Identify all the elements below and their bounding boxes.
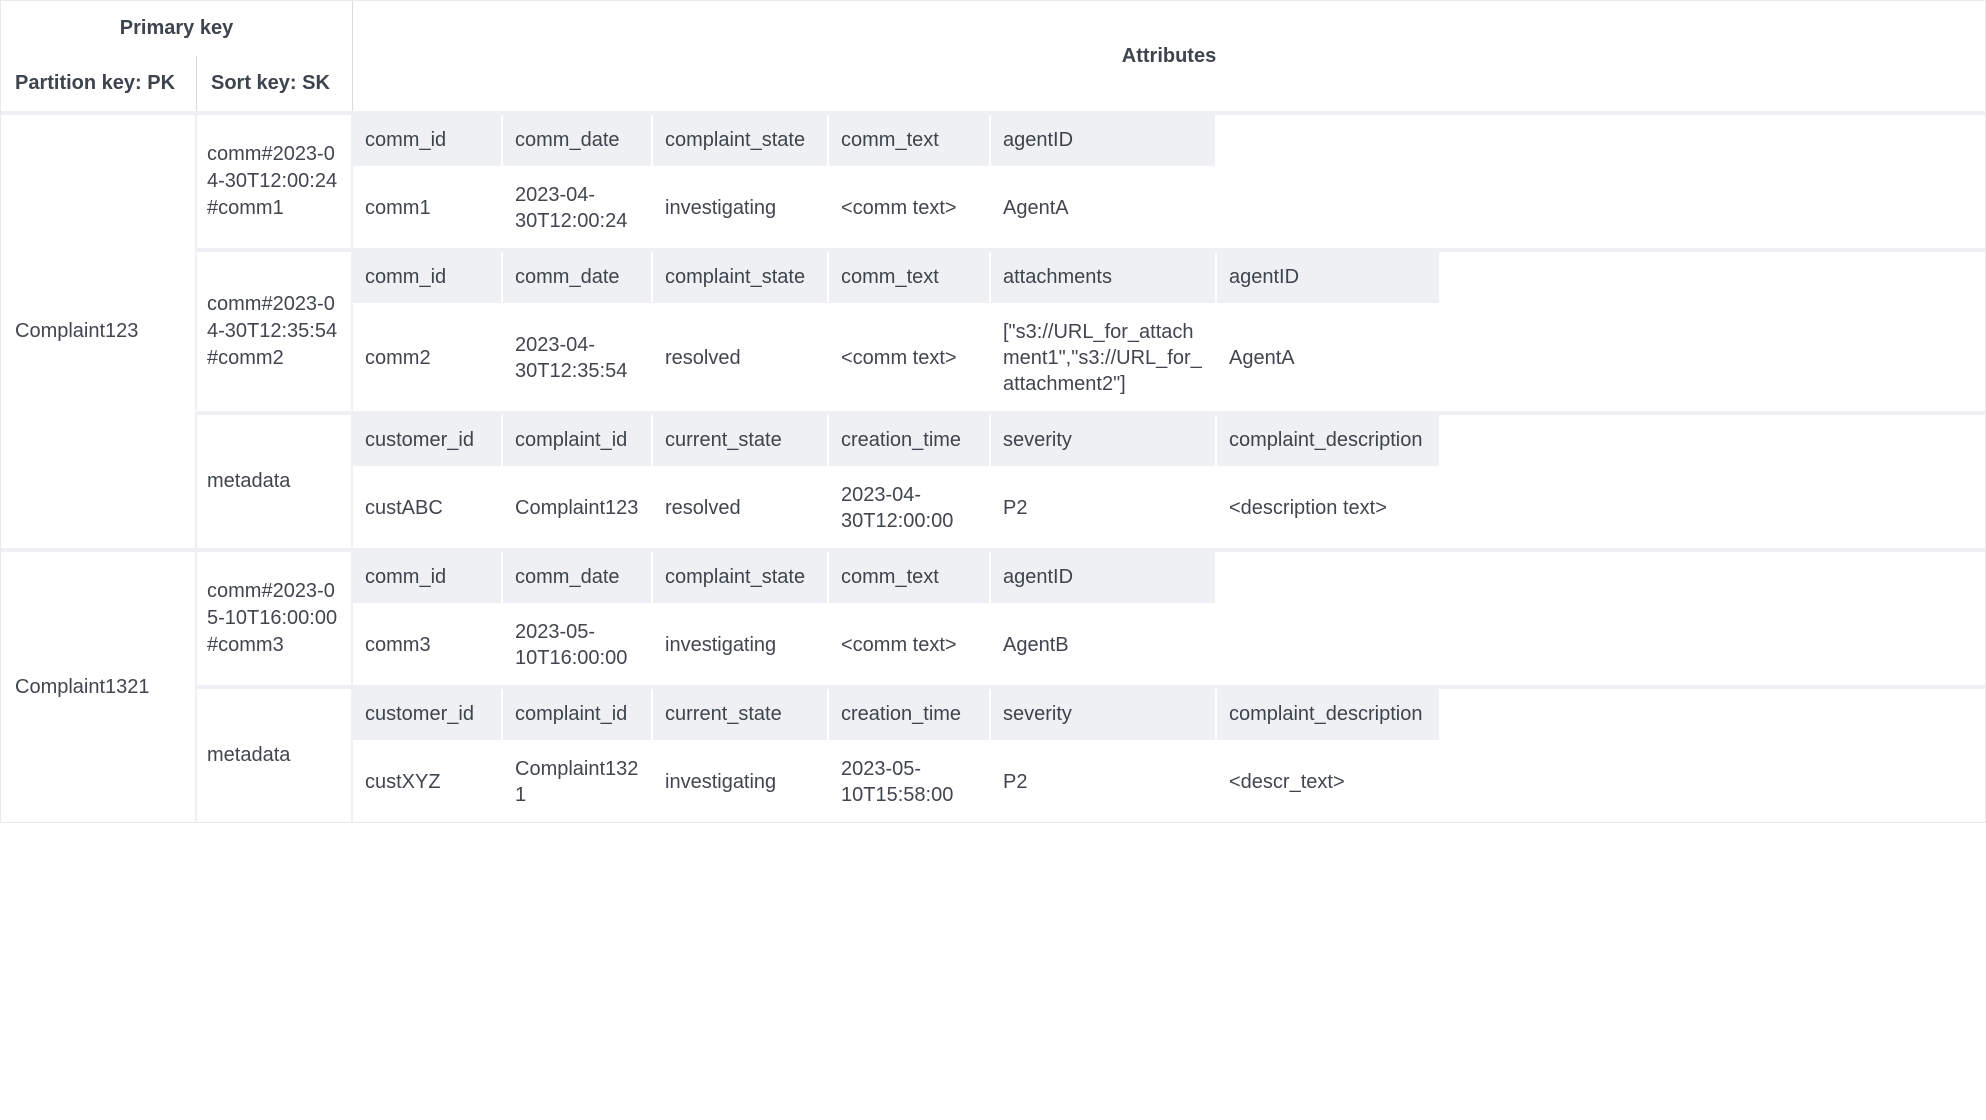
attr-value: Complaint1321	[503, 742, 651, 822]
sort-key-cell: comm#2023-05-10T16:00:00#comm3	[197, 552, 353, 685]
partition-block: Complaint123comm#2023-04-30T12:00:24#com…	[1, 111, 1985, 548]
header-primary-key: Primary key	[1, 1, 353, 56]
attr-header: comm_text	[829, 552, 989, 603]
attr-header: comm_id	[353, 552, 501, 603]
attr-header: agentID	[991, 115, 1215, 166]
table-body: Complaint123comm#2023-04-30T12:00:24#com…	[1, 111, 1985, 822]
attr-header: customer_id	[353, 415, 501, 466]
attr-value: custXYZ	[353, 742, 501, 822]
attr-header	[1217, 115, 1439, 166]
attr-value: investigating	[653, 168, 827, 248]
item-row: comm#2023-04-30T12:00:24#comm1comm_idcom…	[197, 115, 1985, 248]
attr-value: AgentA	[1217, 305, 1439, 411]
partition-block: Complaint1321comm#2023-05-10T16:00:00#co…	[1, 548, 1985, 822]
attr-header: comm_date	[503, 252, 651, 303]
attr-header: complaint_id	[503, 415, 651, 466]
attr-value: Complaint123	[503, 468, 651, 548]
attr-header: complaint_description	[1217, 689, 1439, 740]
attrs-grid: customer_idcomplaint_idcurrent_statecrea…	[353, 415, 1985, 548]
attr-header: comm_date	[503, 115, 651, 166]
attr-value: comm1	[353, 168, 501, 248]
attr-header: comm_text	[829, 252, 989, 303]
attr-header: current_state	[653, 415, 827, 466]
header-partition-key: Partition key: PK	[1, 56, 197, 111]
attr-value: P2	[991, 742, 1215, 822]
attr-value: resolved	[653, 305, 827, 411]
attr-value: <comm text>	[829, 305, 989, 411]
attr-value	[1217, 605, 1439, 685]
attr-header: severity	[991, 689, 1215, 740]
attr-value: investigating	[653, 742, 827, 822]
attrs-grid: comm_idcomm_datecomplaint_statecomm_text…	[353, 115, 1985, 248]
attr-value: resolved	[653, 468, 827, 548]
attr-header: complaint_state	[653, 115, 827, 166]
attr-value: AgentA	[991, 168, 1215, 248]
attr-value: 2023-05-10T16:00:00	[503, 605, 651, 685]
attr-header: complaint_state	[653, 552, 827, 603]
sort-key-cell: metadata	[197, 415, 353, 548]
header-group: Primary key Partition key: PK Sort key: …	[1, 1, 1985, 111]
attr-header: comm_text	[829, 115, 989, 166]
attr-header: complaint_state	[653, 252, 827, 303]
items-column: comm#2023-04-30T12:00:24#comm1comm_idcom…	[197, 115, 1985, 548]
partition-key-cell: Complaint123	[1, 115, 197, 548]
attr-value: 2023-04-30T12:00:00	[829, 468, 989, 548]
attr-value: <description text>	[1217, 468, 1439, 548]
header-attributes: Attributes	[353, 1, 1985, 111]
sort-key-cell: comm#2023-04-30T12:35:54#comm2	[197, 252, 353, 411]
attrs-grid: comm_idcomm_datecomplaint_statecomm_text…	[353, 552, 1985, 685]
attr-header: severity	[991, 415, 1215, 466]
attr-header: agentID	[1217, 252, 1439, 303]
header-sort-key: Sort key: SK	[197, 56, 353, 111]
item-row: metadatacustomer_idcomplaint_idcurrent_s…	[197, 685, 1985, 822]
attrs-grid: customer_idcomplaint_idcurrent_statecrea…	[353, 689, 1985, 822]
partition-key-cell: Complaint1321	[1, 552, 197, 822]
attr-header: attachments	[991, 252, 1215, 303]
attr-value: AgentB	[991, 605, 1215, 685]
attr-header: current_state	[653, 689, 827, 740]
attr-value: 2023-05-10T15:58:00	[829, 742, 989, 822]
attr-value: <descr_text>	[1217, 742, 1439, 822]
attr-value: comm3	[353, 605, 501, 685]
attr-header: complaint_description	[1217, 415, 1439, 466]
attr-value: 2023-04-30T12:35:54	[503, 305, 651, 411]
attr-value: P2	[991, 468, 1215, 548]
attr-header: creation_time	[829, 689, 989, 740]
attr-value: comm2	[353, 305, 501, 411]
sort-key-cell: metadata	[197, 689, 353, 822]
attr-header: customer_id	[353, 689, 501, 740]
attr-header: complaint_id	[503, 689, 651, 740]
attr-value	[1217, 168, 1439, 248]
attr-value: ["s3://URL_for_attachment1","s3://URL_fo…	[991, 305, 1215, 411]
attr-value: <comm text>	[829, 605, 989, 685]
attr-header: creation_time	[829, 415, 989, 466]
attr-value: custABC	[353, 468, 501, 548]
item-row: comm#2023-04-30T12:35:54#comm2comm_idcom…	[197, 248, 1985, 411]
attr-header	[1217, 552, 1439, 603]
attr-header: comm_id	[353, 252, 501, 303]
item-row: metadatacustomer_idcomplaint_idcurrent_s…	[197, 411, 1985, 548]
attrs-grid: comm_idcomm_datecomplaint_statecomm_text…	[353, 252, 1985, 411]
items-column: comm#2023-05-10T16:00:00#comm3comm_idcom…	[197, 552, 1985, 822]
attr-value: <comm text>	[829, 168, 989, 248]
sort-key-cell: comm#2023-04-30T12:00:24#comm1	[197, 115, 353, 248]
dynamodb-table: Primary key Partition key: PK Sort key: …	[0, 0, 1986, 823]
attr-header: agentID	[991, 552, 1215, 603]
attr-header: comm_id	[353, 115, 501, 166]
attr-value: 2023-04-30T12:00:24	[503, 168, 651, 248]
attr-header: comm_date	[503, 552, 651, 603]
item-row: comm#2023-05-10T16:00:00#comm3comm_idcom…	[197, 552, 1985, 685]
attr-value: investigating	[653, 605, 827, 685]
